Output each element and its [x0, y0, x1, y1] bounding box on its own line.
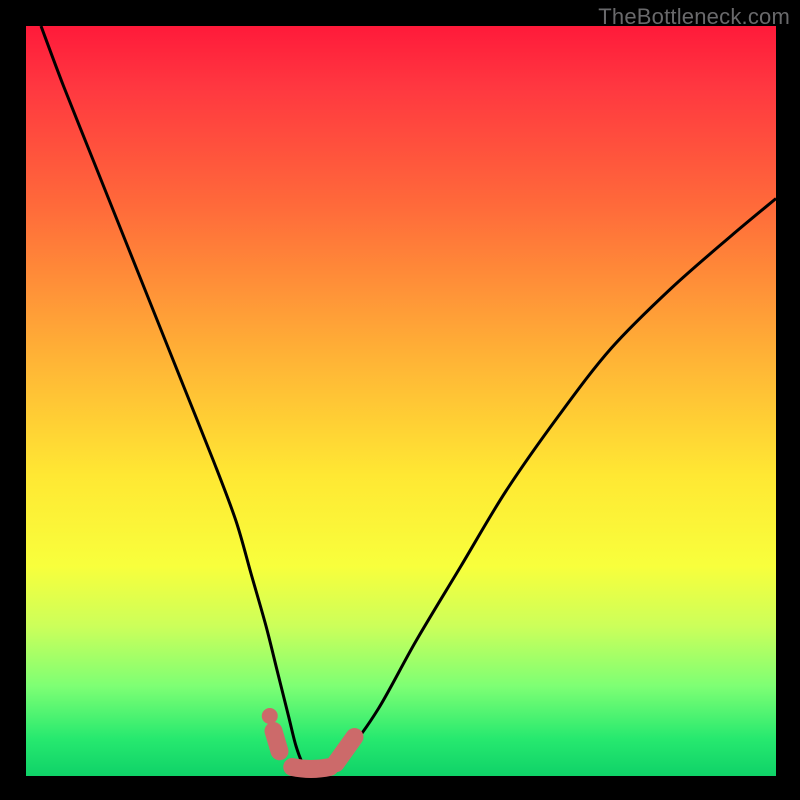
marker-left-dash: [274, 731, 280, 751]
marker-right-dash: [336, 737, 355, 763]
bottleneck-curve: [41, 26, 776, 769]
plot-area: [26, 26, 776, 776]
marker-floor-band: [292, 767, 330, 769]
marker-dot: [262, 708, 278, 724]
highlight-markers: [262, 708, 355, 769]
chart-stage: TheBottleneck.com: [0, 0, 800, 800]
curve-layer: [26, 26, 776, 776]
